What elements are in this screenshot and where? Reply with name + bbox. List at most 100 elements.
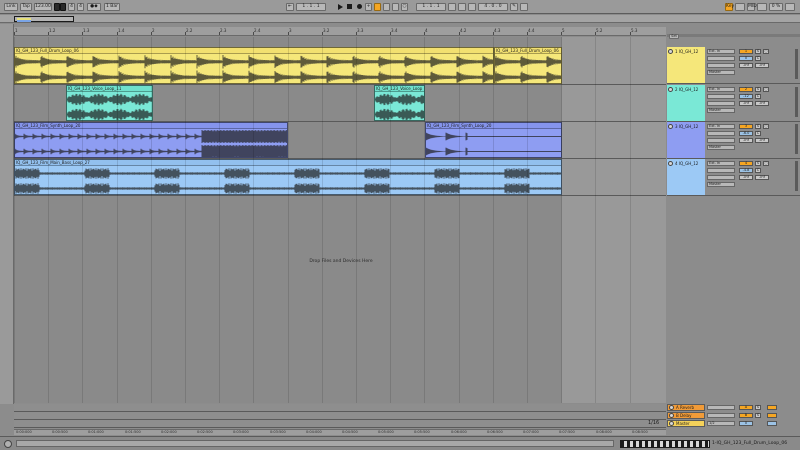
metronome-button[interactable]: ●◆	[87, 3, 101, 11]
monitor-menu[interactable]	[707, 138, 735, 143]
track-header-2[interactable]: 2 IQ_GH_12 Ext. In Master 2 S ○ -12 C -i…	[667, 85, 800, 122]
track-activator-button[interactable]: 2	[739, 87, 753, 92]
monitor-menu[interactable]	[707, 175, 735, 180]
solo-button[interactable]: S	[755, 124, 761, 129]
track-activator-icon[interactable]	[668, 161, 673, 166]
pan-control[interactable]: C	[755, 131, 761, 136]
return-b-solo-button[interactable]: S	[755, 413, 761, 418]
return-a-solo-button[interactable]: S	[755, 405, 761, 410]
output-type-menu[interactable]: Master	[707, 145, 735, 150]
master-lane[interactable]	[14, 420, 666, 428]
tap-tempo-button[interactable]: Tap	[20, 3, 32, 11]
solo-button[interactable]: S	[755, 87, 761, 92]
pan-control[interactable]: C	[755, 168, 761, 173]
monitor-menu[interactable]	[707, 101, 735, 106]
input-type-menu[interactable]: Ext. In	[707, 87, 735, 92]
track-header-4[interactable]: 4 IQ_GH_12 Ext. In Master 4 S ○ -4.8 C -…	[667, 159, 800, 196]
return-b-activator-icon[interactable]	[669, 413, 674, 418]
master-activator-icon[interactable]	[669, 421, 674, 426]
link-button[interactable]: Link	[4, 3, 18, 11]
time-signature-denominator[interactable]: 4	[77, 3, 84, 11]
arm-button[interactable]: ○	[763, 124, 769, 129]
send-b-field[interactable]: -inf	[755, 63, 769, 68]
draw-mode-button[interactable]: ✎	[510, 3, 518, 11]
automation-arm-button[interactable]	[374, 3, 381, 11]
input-type-menu[interactable]: Ext. In	[707, 49, 735, 54]
solo-button[interactable]: S	[755, 161, 761, 166]
volume-field[interactable]: 0	[739, 56, 753, 61]
input-channel-menu[interactable]	[707, 94, 735, 99]
track-title-4[interactable]: 4 IQ_GH_12	[667, 159, 705, 195]
arrangement-overview[interactable]	[0, 15, 800, 23]
output-type-menu[interactable]: Master	[707, 70, 735, 75]
input-channel-menu[interactable]	[707, 131, 735, 136]
info-view-toggle-icon[interactable]	[4, 440, 12, 448]
time-ruler[interactable]: 0:00:000 0:00:500 0:01:000 0:01:500 0:02:000…	[14, 429, 666, 435]
clip-drum-loop-1[interactable]: IQ_GH_123_Full_Drum_Loop_06	[14, 47, 494, 84]
follow-button[interactable]: ⇤	[286, 3, 294, 11]
beat-time-ruler[interactable]: 1 1.2 1.3 1.4 2 2.2 2.3 2.4 3 3.2 3.3 3.4 4 4.2 4.3 4.4…	[14, 27, 666, 36]
input-channel-menu[interactable]	[707, 168, 735, 173]
return-a-activator-button[interactable]: A	[739, 405, 753, 410]
return-a-activator-icon[interactable]	[669, 405, 674, 410]
send-a-field[interactable]: -inf	[739, 138, 753, 143]
computer-keyboard-button[interactable]	[520, 3, 528, 11]
record-icon[interactable]	[357, 4, 362, 9]
pan-control[interactable]: C	[755, 56, 761, 61]
track-title-3[interactable]: 3 IQ_GH_12	[667, 122, 705, 158]
master-volume-field[interactable]: 0	[739, 421, 753, 426]
key-map-button[interactable]: Key	[725, 3, 734, 11]
track-title-2[interactable]: 2 IQ_GH_12	[667, 85, 705, 121]
quantize-menu[interactable]: 1 Bar	[104, 3, 120, 11]
send-b-field[interactable]: -inf	[755, 138, 769, 143]
clip-voice-loop-1[interactable]: IQ_GH_123_Voice_Loop_11	[66, 85, 153, 121]
volume-field[interactable]: -6.0	[739, 131, 753, 136]
play-icon[interactable]	[338, 4, 343, 10]
clip-drum-loop-2[interactable]: IQ_GH_123_Full_Drum_Loop_06	[494, 47, 562, 84]
input-type-menu[interactable]: Ext. In	[707, 124, 735, 129]
midi-map-button[interactable]: MIDI	[747, 3, 758, 11]
return-b-post-button[interactable]	[767, 413, 777, 418]
key-map-mode-switch[interactable]	[735, 3, 745, 11]
track-activator-icon[interactable]	[668, 124, 673, 129]
overview-view-window[interactable]	[14, 16, 74, 22]
arrangement-view[interactable]: IQ_GH_123_Full_Drum_Loop_06 IQ_GH_123_Fu…	[14, 37, 666, 403]
track-activator-icon[interactable]	[668, 87, 673, 92]
track-activator-icon[interactable]	[668, 49, 673, 54]
track-activator-button[interactable]: 1	[739, 49, 753, 54]
track-header-3[interactable]: 3 IQ_GH_12 Ext. In Master 3 S ○ -6.0 C -…	[667, 122, 800, 159]
re-enable-automation-button[interactable]	[383, 3, 390, 11]
volume-field[interactable]: -4.8	[739, 168, 753, 173]
input-type-menu[interactable]: Ext. In	[707, 161, 735, 166]
arm-button[interactable]: ○	[763, 161, 769, 166]
return-b-activator-button[interactable]: B	[739, 413, 753, 418]
output-type-menu[interactable]: Master	[707, 182, 735, 187]
track-title-1[interactable]: 1 IQ_GH_12	[667, 47, 705, 83]
arm-button[interactable]: ○	[763, 49, 769, 54]
return-lane-b[interactable]	[14, 412, 666, 420]
capture-midi-button[interactable]	[392, 3, 399, 11]
send-b-field[interactable]: -inf	[755, 101, 769, 106]
clip-overview-strip[interactable]	[620, 440, 710, 448]
punch-out-button[interactable]	[468, 3, 476, 11]
return-a-post-button[interactable]	[767, 405, 777, 410]
track-activator-button[interactable]: 3	[739, 124, 753, 129]
output-type-menu[interactable]: Master	[707, 108, 735, 113]
midi-map-mode-switch[interactable]	[757, 3, 767, 11]
send-b-field[interactable]: -inf	[755, 175, 769, 180]
stop-icon[interactable]	[347, 4, 352, 9]
return-b-output-menu[interactable]	[707, 413, 735, 418]
send-a-field[interactable]: -inf	[739, 63, 753, 68]
loop-length-field[interactable]: 4 . 0 . 0	[478, 3, 508, 11]
session-record-button[interactable]: ○	[401, 3, 408, 11]
volume-field[interactable]: -12	[739, 94, 753, 99]
send-a-field[interactable]: -inf	[739, 101, 753, 106]
loop-switch[interactable]	[458, 3, 466, 11]
pan-control[interactable]: C	[755, 94, 761, 99]
monitor-menu[interactable]	[707, 63, 735, 68]
master-pan-control[interactable]	[767, 421, 777, 426]
song-position-field[interactable]: 1 . 1 . 1	[296, 3, 326, 11]
track-header-1[interactable]: 1 IQ_GH_12 Ext. In Master 1 S ○ 0 C -inf…	[667, 47, 800, 84]
master-cue-select[interactable]: 1/2	[707, 421, 735, 426]
return-lane-a[interactable]	[14, 404, 666, 412]
